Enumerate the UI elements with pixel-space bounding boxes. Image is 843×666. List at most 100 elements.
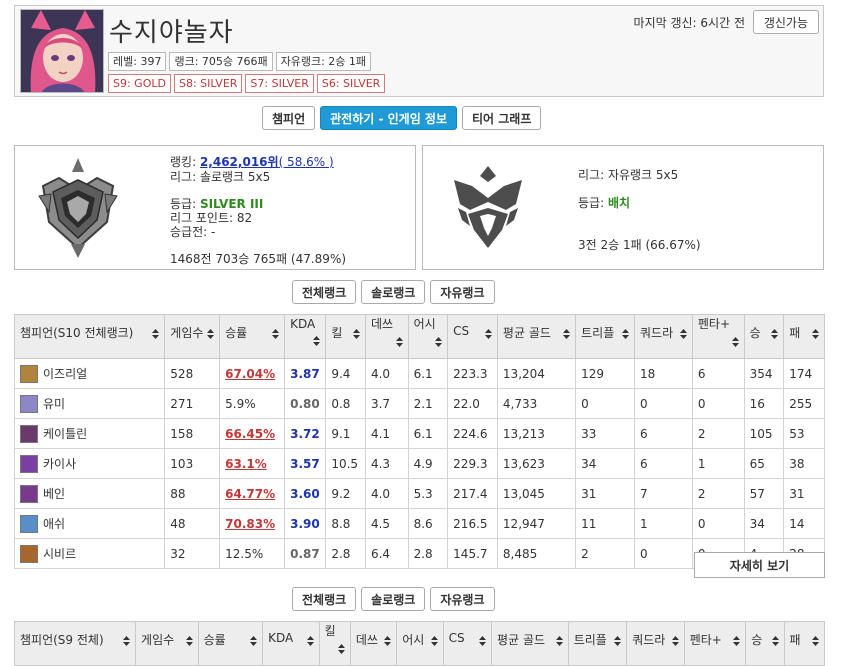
champion-cell[interactable]: 케이틀린: [13, 418, 166, 449]
champion-cell[interactable]: 이즈리얼: [13, 358, 166, 389]
header-col-games[interactable]: 게임수: [135, 621, 199, 666]
kda-value: 3.90: [290, 516, 320, 531]
sort-arrows-icon[interactable]: [679, 324, 687, 350]
sort-arrows-icon[interactable]: [207, 324, 215, 350]
season-badge: S9: GOLD: [108, 74, 171, 93]
cell-kills: 10.5: [325, 448, 366, 479]
table-row[interactable]: 베인 88 64.77% 3.60 9.2 4.0 5.3 217.4 13,045 31 7 2 57…: [13, 478, 825, 509]
sort-arrows-icon[interactable]: [771, 324, 779, 350]
champion-cell[interactable]: 시비르: [13, 538, 166, 569]
sort-arrows-icon[interactable]: [671, 631, 679, 657]
sort-arrows-icon[interactable]: [272, 324, 280, 350]
table-row[interactable]: 이즈리얼 528 67.04% 3.87 9.4 4.0 6.1 223.3 13,204 129…: [13, 358, 825, 389]
header-col-games[interactable]: 게임수: [164, 314, 221, 359]
sort-arrows-icon[interactable]: [352, 324, 360, 350]
tab-tier-graph[interactable]: 티어 그래프: [462, 106, 542, 130]
table-row[interactable]: 유미 271 5.9% 0.80 0.8 3.7 2.1 22.0 4,733 0 0 0 16 255: [13, 388, 825, 419]
assists-value: 2.8: [413, 546, 433, 561]
sort-arrows-icon[interactable]: [152, 324, 160, 350]
header-col-gold[interactable]: 평균 골드: [491, 621, 569, 666]
champion-cell[interactable]: 애쉬: [13, 508, 166, 539]
header-col-losses[interactable]: 패: [783, 314, 825, 359]
header-col-quadra[interactable]: 쿼드라: [626, 621, 685, 666]
header-col-gold[interactable]: 평균 골드: [496, 314, 577, 359]
ranking-link[interactable]: 2,462,016위: [200, 155, 279, 169]
header-col-champion[interactable]: 챔피언(S9 전체): [13, 621, 137, 666]
header-col-kills[interactable]: 킬: [325, 314, 366, 359]
champion-cell[interactable]: 유미: [13, 388, 166, 419]
table-row[interactable]: 케이틀린 158 66.45% 3.72 9.1 4.1 6.1 224.6 13,213 33 6…: [13, 418, 825, 449]
header-col-deaths[interactable]: 데쓰: [364, 314, 409, 359]
header-col-winrate[interactable]: 승률: [197, 621, 264, 666]
tab-champion[interactable]: 챔피언: [262, 106, 316, 130]
tab-all-rank[interactable]: 전체랭크: [292, 587, 357, 611]
sort-arrows-icon[interactable]: [384, 631, 392, 657]
sort-arrows-icon[interactable]: [614, 631, 622, 657]
champion-cell[interactable]: 카이사: [13, 448, 166, 479]
sort-arrows-icon[interactable]: [430, 631, 438, 657]
view-more-button[interactable]: 자세히 보기: [694, 552, 825, 578]
champion-portrait-icon: [20, 514, 38, 533]
header-col-cs[interactable]: CS: [442, 621, 493, 666]
sort-arrows-icon[interactable]: [622, 324, 629, 350]
header-col-triple[interactable]: 트리플: [575, 314, 635, 359]
tab-flex-rank[interactable]: 자유랭크: [430, 587, 495, 611]
sort-arrows-icon[interactable]: [435, 332, 443, 358]
header-col-champion[interactable]: 챔피언(S10 전체랭크): [13, 314, 166, 359]
cell-winrate: 12.5%: [219, 538, 286, 569]
sort-arrows-icon[interactable]: [731, 332, 739, 358]
sort-arrows-icon[interactable]: [337, 639, 345, 665]
sort-arrows-icon[interactable]: [250, 631, 258, 657]
games-value: 271: [170, 396, 194, 411]
sort-arrows-icon[interactable]: [812, 324, 819, 350]
header-col-deaths[interactable]: 데쓰: [349, 621, 398, 666]
tab-solo-rank[interactable]: 솔로랭크: [361, 587, 426, 611]
refresh-button[interactable]: 갱신가능: [752, 10, 819, 34]
cell-kda: 3.87: [284, 358, 327, 389]
sort-arrows-icon[interactable]: [733, 631, 741, 657]
cell-assists: 8.6: [407, 508, 449, 539]
table-row[interactable]: 카이사 103 63.1% 3.57 10.5 4.3 4.9 229.3 13,623 34 6 1…: [13, 448, 825, 479]
tab-spectate[interactable]: 관전하기 - 인게임 정보: [320, 106, 457, 130]
header-label: 쿼드라: [632, 632, 666, 647]
cell-assists: 5.3: [407, 478, 449, 509]
header-col-kills[interactable]: 킬: [318, 621, 351, 666]
sort-arrows-icon[interactable]: [185, 631, 193, 657]
cell-penta: 0: [691, 388, 745, 419]
tab-flex-rank[interactable]: 자유랭크: [430, 280, 495, 304]
header-col-wins[interactable]: 승: [745, 621, 785, 666]
table-header-row: 챔피언(S10 전체랭크) 게임수 승률 KDA 킬 데쓰 어시 CS 평균 골드 트리플 쿼드라 펜…: [13, 314, 825, 359]
sort-arrows-icon[interactable]: [484, 324, 492, 350]
sort-arrows-icon[interactable]: [313, 331, 321, 357]
sort-arrows-icon[interactable]: [123, 631, 131, 657]
header-col-assists[interactable]: 어시: [407, 314, 449, 359]
champion-cell[interactable]: 베인: [13, 478, 166, 509]
tab-solo-rank[interactable]: 솔로랭크: [361, 280, 426, 304]
header-col-penta[interactable]: 펜타+: [683, 621, 747, 666]
header-col-winrate[interactable]: 승률: [219, 314, 286, 359]
sort-arrows-icon[interactable]: [555, 631, 563, 657]
header-col-losses[interactable]: 패: [783, 621, 826, 666]
sort-arrows-icon[interactable]: [812, 631, 819, 657]
header-col-triple[interactable]: 트리플: [567, 621, 628, 666]
ranking-percent[interactable]: ( 58.6% ): [279, 155, 334, 169]
header-col-wins[interactable]: 승: [743, 314, 785, 359]
sort-arrows-icon[interactable]: [479, 631, 487, 657]
champion-portrait-icon: [20, 424, 38, 443]
header-col-quadra[interactable]: 쿼드라: [634, 314, 693, 359]
sort-arrows-icon[interactable]: [395, 332, 403, 358]
cs-value: 22.0: [453, 396, 480, 411]
cell-triple: 34: [575, 448, 635, 479]
kills-value: 2.8: [331, 546, 351, 561]
header-col-assists[interactable]: 어시: [396, 621, 444, 666]
header-col-kda[interactable]: KDA: [284, 314, 327, 359]
sort-arrows-icon[interactable]: [563, 324, 571, 350]
sort-arrows-icon[interactable]: [771, 631, 779, 657]
sort-arrows-icon[interactable]: [306, 631, 314, 657]
champion-name: 애쉬: [43, 517, 66, 531]
header-col-kda[interactable]: KDA: [262, 621, 320, 666]
header-col-cs[interactable]: CS: [447, 314, 498, 359]
header-col-penta[interactable]: 펜타+: [691, 314, 745, 359]
tab-all-rank[interactable]: 전체랭크: [292, 280, 357, 304]
table-row[interactable]: 애쉬 48 70.83% 3.90 8.8 4.5 8.6 216.5 12,947 11 1 0 34…: [13, 508, 825, 539]
